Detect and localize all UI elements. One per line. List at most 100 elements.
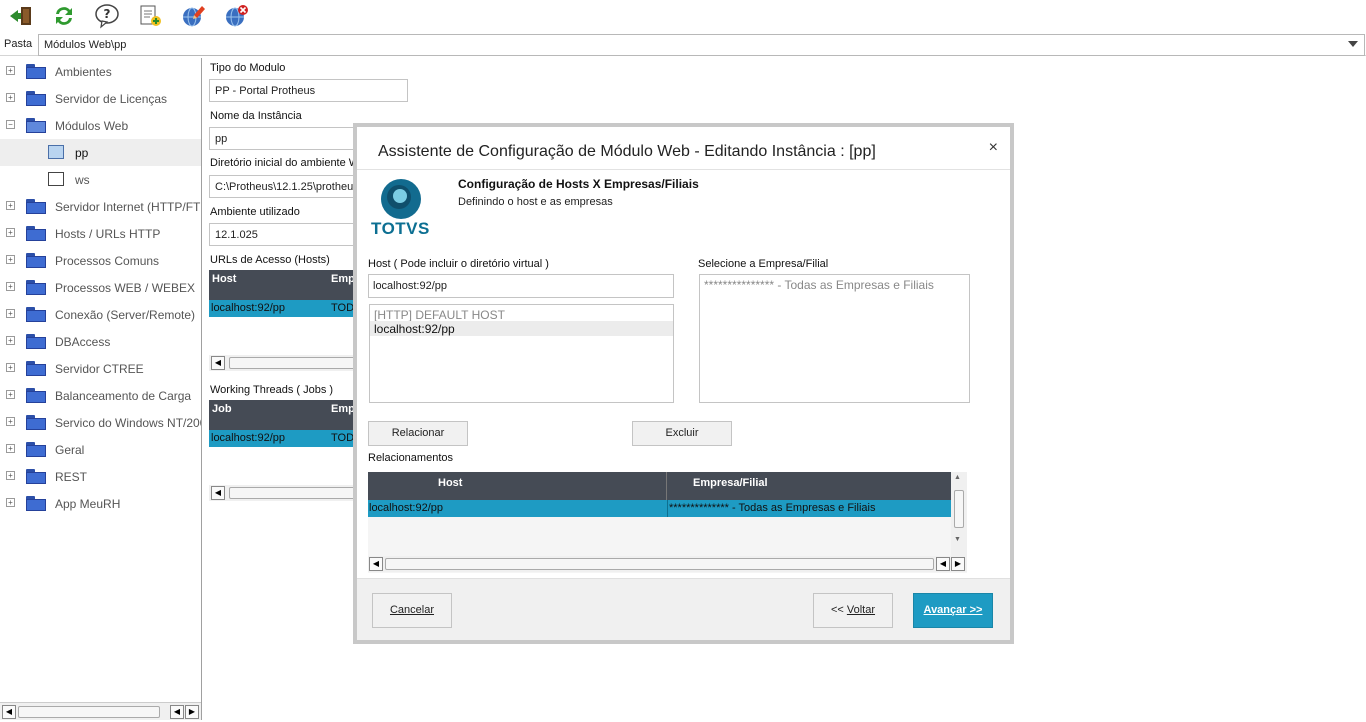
scroll-left-icon[interactable]: ◀ xyxy=(211,356,225,370)
list-item[interactable]: *************** - Todas as Empresas e Fi… xyxy=(704,278,934,292)
table-cell: localhost:92/pp xyxy=(369,502,443,514)
host-list[interactable]: [HTTP] DEFAULT HOST localhost:92/pp xyxy=(369,304,674,403)
scroll-thumb[interactable] xyxy=(229,487,359,499)
expand-icon[interactable]: + xyxy=(6,417,15,426)
tree-item-app-meurh[interactable]: + App MeuRH xyxy=(0,490,201,517)
scroll-up-icon[interactable]: ▲ xyxy=(954,474,961,481)
next-button[interactable]: Avançar >> xyxy=(913,593,993,628)
back-button-label: Voltar xyxy=(846,604,876,616)
table-cell: localhost:92/pp xyxy=(211,432,285,444)
scroll-thumb[interactable] xyxy=(18,706,160,718)
host-input[interactable]: localhost:92/pp xyxy=(368,274,674,298)
tree-item-conexao[interactable]: + Conexão (Server/Remote) xyxy=(0,301,201,328)
collapse-icon[interactable]: − xyxy=(6,120,15,129)
excluir-button[interactable]: Excluir xyxy=(632,421,732,446)
expand-icon[interactable]: + xyxy=(6,498,15,507)
empresa-list[interactable]: *************** - Todas as Empresas e Fi… xyxy=(699,274,970,403)
tree-item-servidor-licencas[interactable]: + Servidor de Licenças xyxy=(0,85,201,112)
back-button[interactable]: << Voltar xyxy=(813,593,893,628)
tree-item-ambientes[interactable]: + Ambientes xyxy=(0,58,201,85)
expand-icon[interactable]: + xyxy=(6,93,15,102)
title-divider xyxy=(357,169,1010,170)
tree-item-label: Balanceamento de Carga xyxy=(55,389,192,403)
tree-item-label: Módulos Web xyxy=(55,119,129,133)
expand-icon[interactable]: + xyxy=(6,228,15,237)
grid-horizontal-scrollbar[interactable]: ◀ ◀ ▶ xyxy=(368,556,967,572)
threads-grid-scrollbar[interactable]: ◀ xyxy=(209,485,359,501)
tree-item-label: Ambientes xyxy=(55,65,112,79)
edit-icon[interactable] xyxy=(179,2,207,30)
cancel-button[interactable]: Cancelar xyxy=(372,593,452,628)
scroll-left-icon[interactable]: ◀ xyxy=(2,705,16,719)
step-subtitle: Definindo o host e as empresas xyxy=(458,196,613,208)
tree-item-pp[interactable]: pp xyxy=(0,139,201,166)
tree-item-servidor-ctree[interactable]: + Servidor CTREE xyxy=(0,355,201,382)
close-icon[interactable]: × xyxy=(989,139,998,157)
tree-item-servidor-internet[interactable]: + Servidor Internet (HTTP/FTP) xyxy=(0,193,201,220)
scroll-left-icon[interactable]: ◀ xyxy=(936,557,950,571)
tipo-modulo-field[interactable]: PP - Portal Protheus xyxy=(209,79,408,102)
help-icon[interactable]: ? xyxy=(93,2,121,30)
table-row[interactable]: localhost:92/pp TODAS xyxy=(209,430,359,447)
list-item[interactable]: [HTTP] DEFAULT HOST xyxy=(374,308,505,322)
scroll-thumb[interactable] xyxy=(229,357,359,369)
tree-item-servico-windows[interactable]: + Servico do Windows NT/2000 xyxy=(0,409,201,436)
relacionar-button[interactable]: Relacionar xyxy=(368,421,468,446)
tree-item-modulos-web[interactable]: − Módulos Web xyxy=(0,112,201,139)
chevron-down-icon[interactable] xyxy=(1348,41,1358,47)
folder-icon xyxy=(26,442,46,457)
grid-vertical-scrollbar[interactable]: ▲ ▼ xyxy=(951,472,967,556)
folder-icon xyxy=(26,64,46,79)
expand-icon[interactable]: + xyxy=(6,363,15,372)
column-header[interactable]: Host xyxy=(212,273,236,285)
expand-icon[interactable]: + xyxy=(6,471,15,480)
list-item[interactable]: localhost:92/pp xyxy=(374,322,455,336)
refresh-icon[interactable] xyxy=(50,2,78,30)
table-row[interactable]: localhost:92/pp ************** - Todas a… xyxy=(368,500,951,517)
column-header[interactable]: Empresa/Filial xyxy=(693,477,768,489)
expand-icon[interactable]: + xyxy=(6,201,15,210)
column-header[interactable]: Job xyxy=(212,403,232,415)
expand-icon[interactable]: + xyxy=(6,66,15,75)
expand-icon[interactable]: + xyxy=(6,309,15,318)
tree-item-hosts-urls[interactable]: + Hosts / URLs HTTP xyxy=(0,220,201,247)
scroll-left-icon[interactable]: ◀ xyxy=(170,705,184,719)
new-doc-icon[interactable] xyxy=(136,2,164,30)
host-label: Host ( Pode incluir o diretório virtual … xyxy=(368,258,549,270)
column-header[interactable]: Host xyxy=(438,477,462,489)
wizard-dialog-body: Assistente de Configuração de Módulo Web… xyxy=(357,127,1010,640)
ambiente-field[interactable]: 12.1.025 xyxy=(209,223,359,246)
expand-icon[interactable]: + xyxy=(6,390,15,399)
path-select[interactable]: Módulos Web\pp xyxy=(38,34,1365,56)
scroll-right-icon[interactable]: ▶ xyxy=(185,705,199,719)
scroll-thumb[interactable] xyxy=(954,490,964,528)
expand-icon[interactable]: + xyxy=(6,255,15,264)
tree-item-balanceamento[interactable]: + Balanceamento de Carga xyxy=(0,382,201,409)
scroll-left-icon[interactable]: ◀ xyxy=(211,486,225,500)
expand-icon[interactable]: + xyxy=(6,336,15,345)
scroll-thumb[interactable] xyxy=(385,558,934,570)
tree-item-label: REST xyxy=(55,470,88,484)
next-button-label: Avançar >> xyxy=(923,604,983,616)
tree-item-label: Processos WEB / WEBEX xyxy=(55,281,196,295)
table-row[interactable]: localhost:92/pp TODAS xyxy=(209,300,359,317)
tree-item-geral[interactable]: + Geral xyxy=(0,436,201,463)
wizard-dialog: Assistente de Configuração de Módulo Web… xyxy=(353,123,1014,644)
nome-instancia-field[interactable]: pp xyxy=(209,127,359,150)
tree-horizontal-scrollbar[interactable]: ◀ ◀ ▶ xyxy=(0,702,201,720)
exit-icon[interactable] xyxy=(7,2,35,30)
tree-item-dbaccess[interactable]: + DBAccess xyxy=(0,328,201,355)
tree-item-processos-web[interactable]: + Processos WEB / WEBEX xyxy=(0,274,201,301)
scroll-left-icon[interactable]: ◀ xyxy=(369,557,383,571)
delete-icon[interactable] xyxy=(222,2,250,30)
tree-item-ws[interactable]: ws xyxy=(0,166,201,193)
scroll-right-icon[interactable]: ▶ xyxy=(951,557,965,571)
expand-icon[interactable]: + xyxy=(6,282,15,291)
diretorio-field[interactable]: C:\Protheus\12.1.25\protheus_data\web\pp xyxy=(209,175,359,198)
tree-item-processos-comuns[interactable]: + Processos Comuns xyxy=(0,247,201,274)
tree-item-rest[interactable]: + REST xyxy=(0,463,201,490)
expand-icon[interactable]: + xyxy=(6,444,15,453)
scroll-down-icon[interactable]: ▼ xyxy=(954,536,961,543)
urls-grid-scrollbar[interactable]: ◀ xyxy=(209,355,359,371)
folder-icon xyxy=(26,253,46,268)
